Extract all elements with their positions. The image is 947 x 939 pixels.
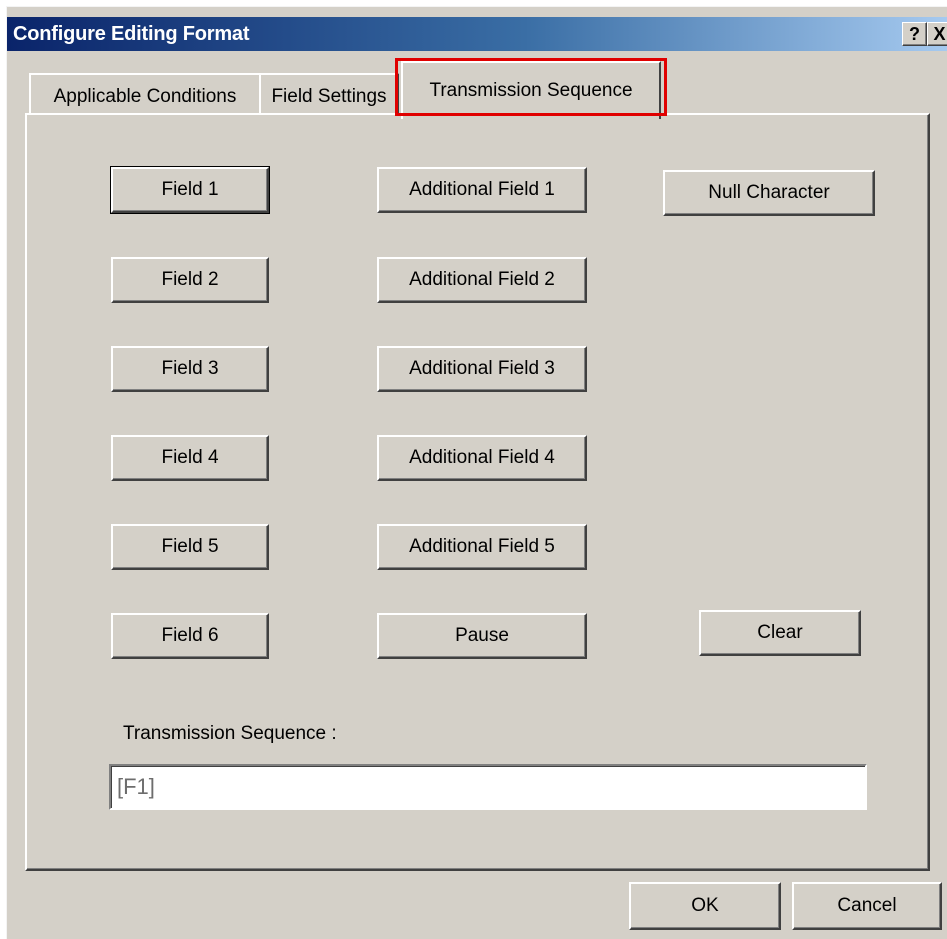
tab-applicable-conditions[interactable]: Applicable Conditions bbox=[29, 73, 261, 115]
field-5-button[interactable]: Field 5 bbox=[111, 524, 269, 570]
tab-label: Field Settings bbox=[271, 86, 387, 107]
field-2-button[interactable]: Field 2 bbox=[111, 257, 269, 303]
transmission-sequence-field[interactable] bbox=[109, 764, 867, 810]
clear-button[interactable]: Clear bbox=[699, 610, 861, 656]
tab-label: Applicable Conditions bbox=[53, 86, 237, 107]
field-1-button[interactable]: Field 1 bbox=[110, 166, 270, 214]
help-icon: ? bbox=[909, 24, 920, 44]
configure-editing-format-dialog: Configure Editing Format ? X Applicable … bbox=[6, 6, 947, 939]
tab-transmission-sequence[interactable]: Transmission Sequence bbox=[401, 61, 661, 119]
tab-field-settings[interactable]: Field Settings bbox=[259, 73, 399, 115]
additional-field-1-button[interactable]: Additional Field 1 bbox=[377, 167, 587, 213]
field-6-button[interactable]: Field 6 bbox=[111, 613, 269, 659]
tab-label: Transmission Sequence bbox=[429, 80, 633, 101]
help-button[interactable]: ? bbox=[902, 22, 927, 46]
cancel-button[interactable]: Cancel bbox=[792, 882, 942, 930]
null-character-button[interactable]: Null Character bbox=[663, 170, 875, 216]
ok-button[interactable]: OK bbox=[629, 882, 781, 930]
additional-field-2-button[interactable]: Additional Field 2 bbox=[377, 257, 587, 303]
field-4-button[interactable]: Field 4 bbox=[111, 435, 269, 481]
transmission-sequence-label: Transmission Sequence : bbox=[123, 723, 337, 744]
pause-button[interactable]: Pause bbox=[377, 613, 587, 659]
close-icon: X bbox=[933, 24, 946, 44]
additional-field-3-button[interactable]: Additional Field 3 bbox=[377, 346, 587, 392]
window-title: Configure Editing Format bbox=[13, 23, 250, 45]
field-3-button[interactable]: Field 3 bbox=[111, 346, 269, 392]
close-button[interactable]: X bbox=[927, 22, 947, 46]
tab-panel bbox=[25, 113, 930, 871]
additional-field-5-button[interactable]: Additional Field 5 bbox=[377, 524, 587, 570]
additional-field-4-button[interactable]: Additional Field 4 bbox=[377, 435, 587, 481]
title-bar[interactable]: Configure Editing Format ? X bbox=[7, 17, 947, 51]
